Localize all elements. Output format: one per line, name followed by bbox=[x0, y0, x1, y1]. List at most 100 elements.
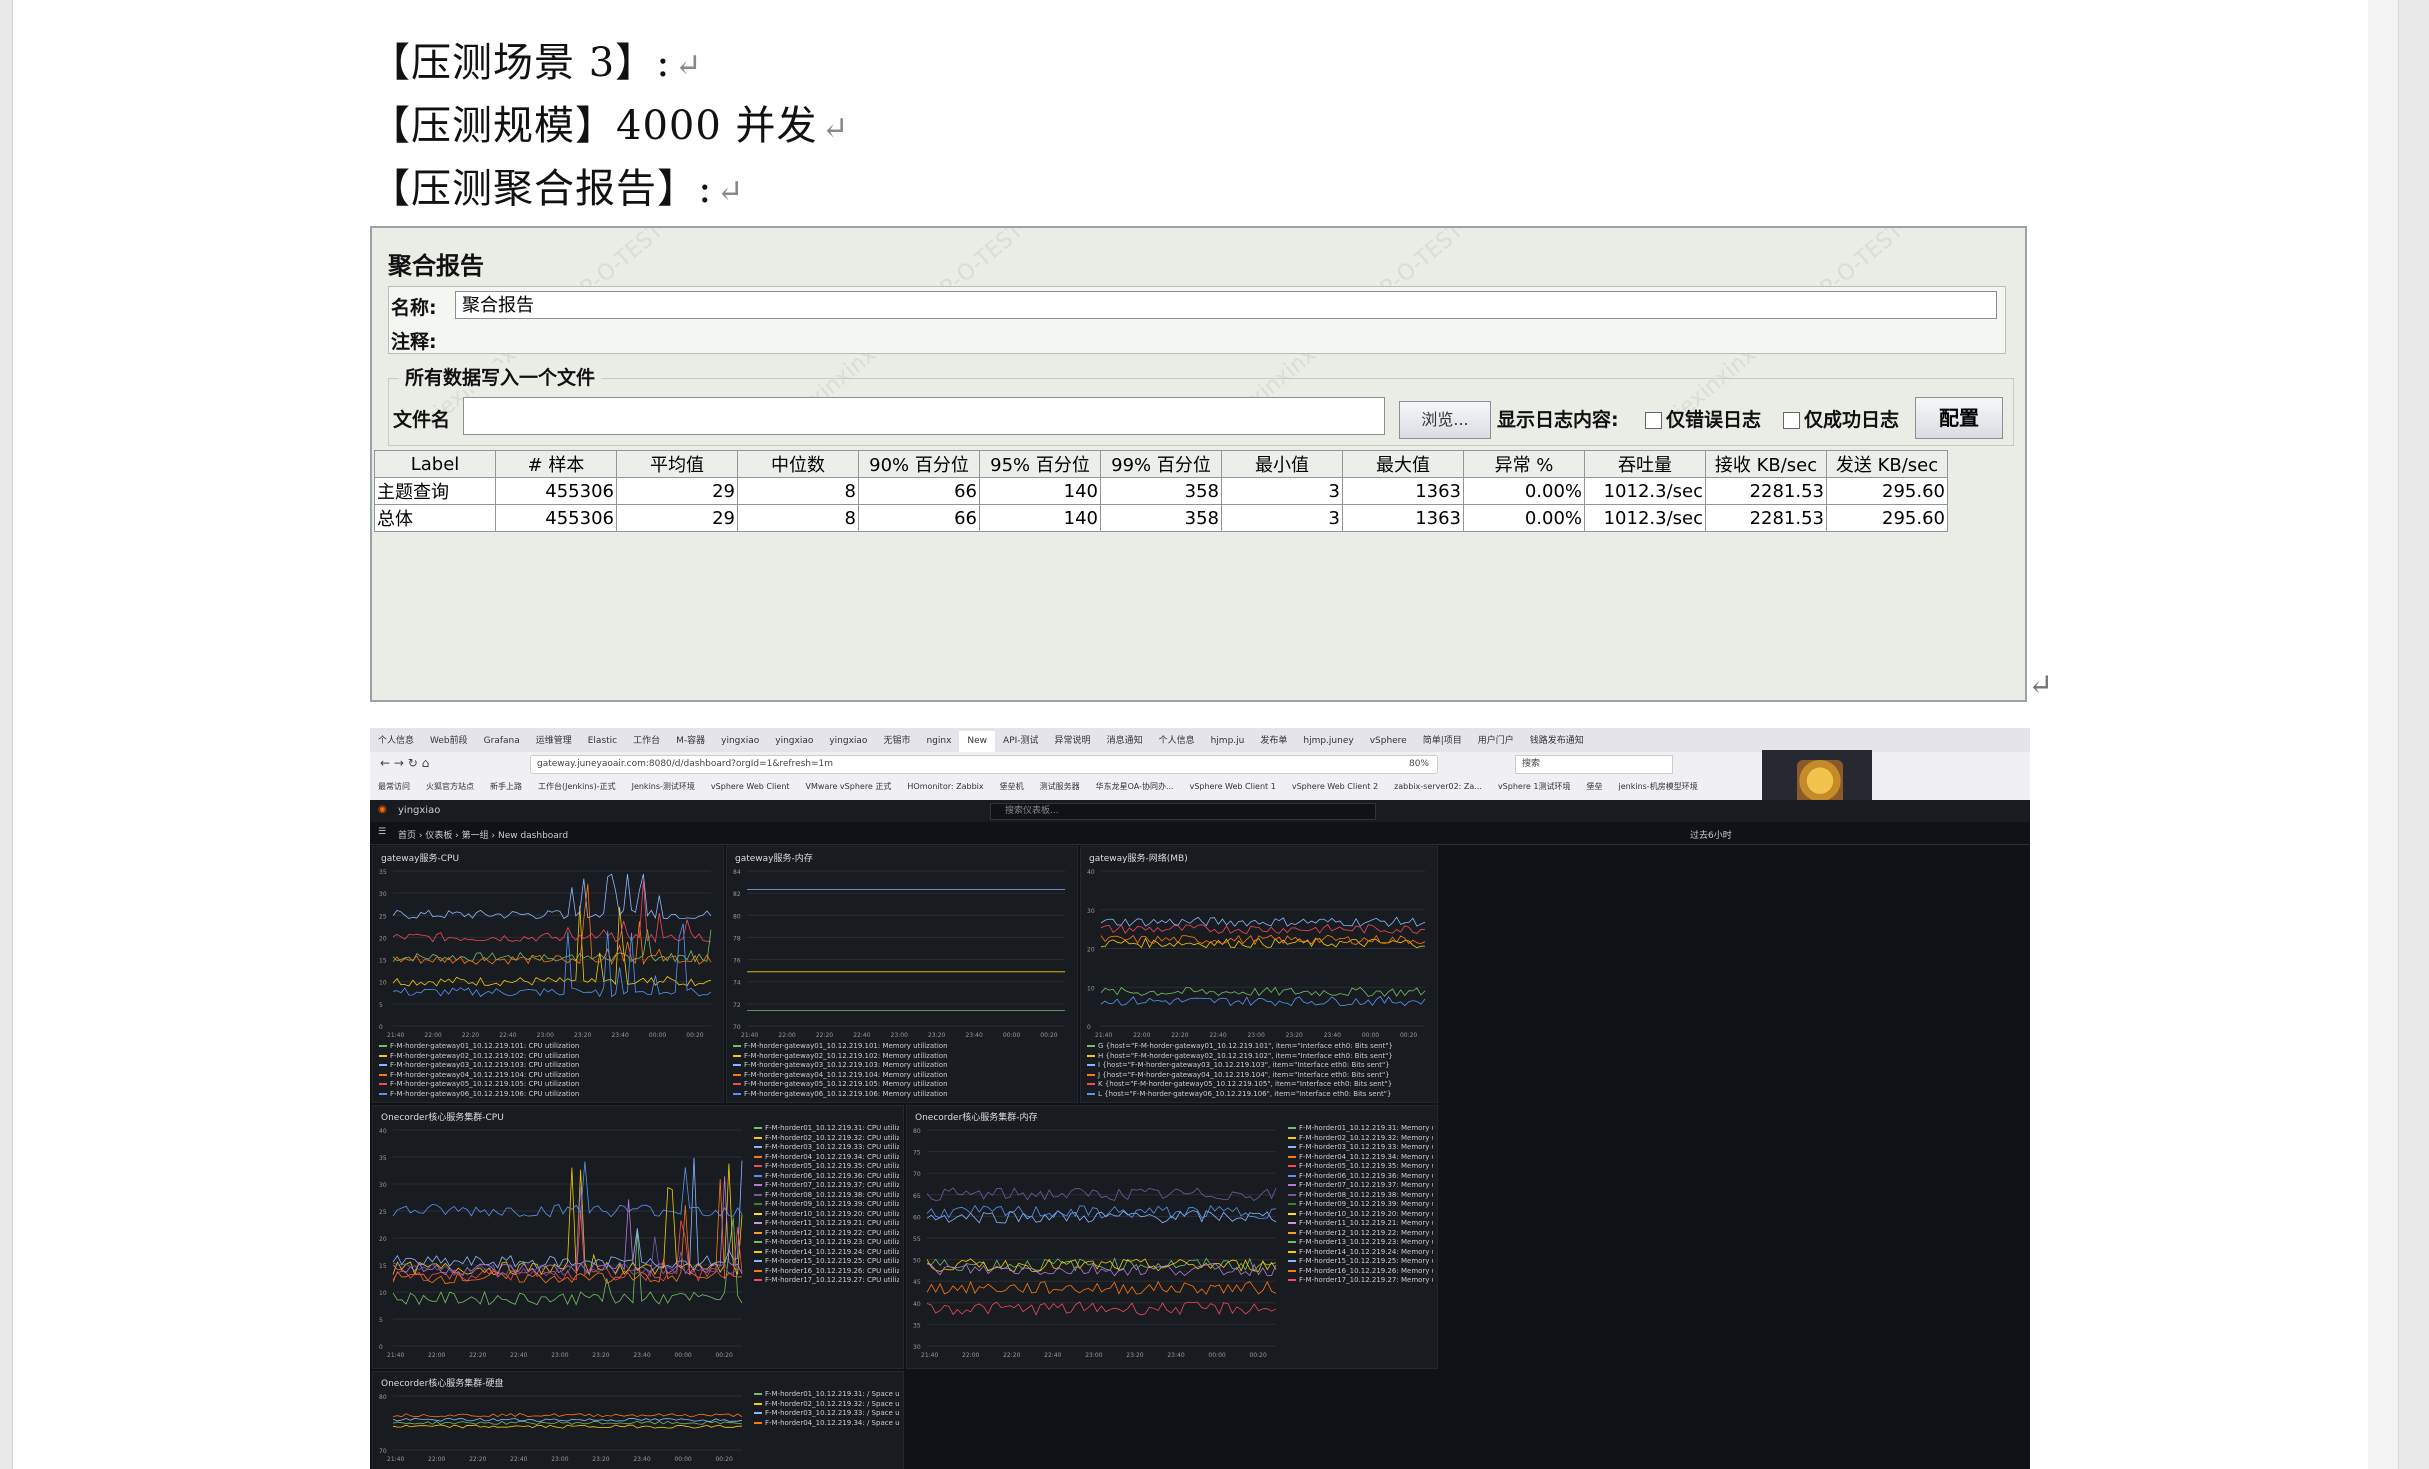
panel-title[interactable]: gateway服务-网络(MB) bbox=[1089, 851, 1188, 864]
legend-item[interactable]: F-M-horder05_10.12.219.35: Memory utiliz… bbox=[1288, 1162, 1433, 1172]
bookmark-item[interactable]: 测试服务器 bbox=[1040, 782, 1080, 791]
legend-item[interactable]: F-M-horder01_10.12.219.31: CPU utilizati… bbox=[754, 1124, 899, 1134]
panel-plot[interactable]: 84 82 80 78 76 74 72 7021:40 22:00 22:20 22:40 23:0… bbox=[731, 865, 1071, 1040]
legend-item[interactable]: F-M-horder-gateway03_10.12.219.103: CPU … bbox=[379, 1061, 717, 1071]
browser-tab[interactable]: Elastic bbox=[580, 731, 625, 752]
legend-item[interactable]: F-M-horder06_10.12.219.36: CPU utilizati… bbox=[754, 1172, 899, 1182]
legend-item[interactable]: F-M-horder12_10.12.219.22: CPU utilizati… bbox=[754, 1229, 899, 1239]
legend-item[interactable]: F-M-horder17_10.12.219.27: Memory utiliz… bbox=[1288, 1276, 1433, 1286]
legend-item[interactable]: F-M-horder07_10.12.219.37: Memory utiliz… bbox=[1288, 1181, 1433, 1191]
legend-item[interactable]: F-M-horder-gateway01_10.12.219.101: Memo… bbox=[733, 1042, 1071, 1052]
legend-item[interactable]: I {host="F-M-horder-gateway03_10.12.219.… bbox=[1087, 1061, 1431, 1071]
column-header[interactable]: 平均值 bbox=[616, 450, 738, 478]
breadcrumb[interactable]: 首页 › 仪表板 › 第一组 › New dashboard bbox=[398, 828, 568, 841]
browser-tab[interactable]: Grafana bbox=[476, 731, 528, 752]
dashboard-panel[interactable]: Onecorder核心服务集群-内存 80 75 70 65 60 55 50 45 40 35 30… bbox=[906, 1105, 1438, 1369]
panel-title[interactable]: Onecorder核心服务集群-CPU bbox=[381, 1110, 504, 1123]
bookmark-item[interactable]: 堡垒机 bbox=[1000, 782, 1024, 791]
legend-item[interactable]: F-M-horder-gateway02_10.12.219.102: Memo… bbox=[733, 1052, 1071, 1062]
browser-search[interactable]: 搜索 bbox=[1515, 755, 1673, 774]
dashboard-search-input[interactable]: 搜索仪表板... bbox=[990, 803, 1376, 820]
panel-plot[interactable]: 35 30 25 20 15 10 5 0 21:40 22:00 22:20 22:40 23:00 2… bbox=[377, 865, 717, 1040]
legend-item[interactable]: F-M-horder10_10.12.219.20: CPU utilizati… bbox=[754, 1210, 899, 1220]
legend-item[interactable]: L {host="F-M-horder-gateway06_10.12.219.… bbox=[1087, 1090, 1431, 1100]
browser-tab[interactable]: API-测试 bbox=[995, 728, 1047, 752]
bookmark-item[interactable]: 火狐官方站点 bbox=[426, 782, 474, 791]
column-header[interactable]: 最大值 bbox=[1342, 450, 1464, 478]
panel-plot[interactable]: 40 35 30 25 20 15 10 5 0 21:40 22:00 22:20 22:40 23:0… bbox=[377, 1124, 748, 1360]
checkbox-box[interactable] bbox=[1645, 412, 1662, 429]
browser-tab[interactable]: vSphere bbox=[1362, 731, 1415, 752]
browser-tab[interactable]: yingxiao bbox=[767, 731, 821, 752]
browser-tab[interactable]: 个人信息 bbox=[1151, 728, 1203, 752]
browse-button[interactable]: 浏览... bbox=[1399, 401, 1491, 439]
legend-item[interactable]: F-M-horder-gateway05_10.12.219.105: CPU … bbox=[379, 1080, 717, 1090]
legend-item[interactable]: F-M-horder01_10.12.219.31: / Space utili… bbox=[754, 1390, 899, 1400]
legend-item[interactable]: F-M-horder04_10.12.219.34: Memory utiliz… bbox=[1288, 1153, 1433, 1163]
panel-title[interactable]: Onecorder核心服务集群-硬盘 bbox=[381, 1376, 504, 1389]
browser-tab[interactable]: hjmp.ju bbox=[1203, 731, 1253, 752]
legend-item[interactable]: F-M-horder10_10.12.219.20: Memory utiliz… bbox=[1288, 1210, 1433, 1220]
dashboard-panel[interactable]: Onecorder核心服务集群-CPU 40 35 30 25 20 15 10 5 0 21:40… bbox=[372, 1105, 904, 1369]
table-row[interactable]: 主题查询 455306 29 8 66 140 358 3 1363 0.00% 1012.3/se… bbox=[374, 477, 1948, 505]
legend-item[interactable]: F-M-horder-gateway04_10.12.219.104: CPU … bbox=[379, 1071, 717, 1081]
browser-tab[interactable]: 简单|项目 bbox=[1415, 728, 1470, 752]
legend-item[interactable]: F-M-horder01_10.12.219.31: Memory utiliz… bbox=[1288, 1124, 1433, 1134]
legend-item[interactable]: J {host="F-M-horder-gateway04_10.12.219.… bbox=[1087, 1071, 1431, 1081]
legend-item[interactable]: F-M-horder16_10.12.219.26: Memory utiliz… bbox=[1288, 1267, 1433, 1277]
panel-title[interactable]: Onecorder核心服务集群-内存 bbox=[915, 1110, 1038, 1123]
panel-title[interactable]: gateway服务-CPU bbox=[381, 851, 459, 864]
browser-tab[interactable]: New bbox=[959, 731, 996, 752]
browser-tab[interactable]: 消息通知 bbox=[1099, 728, 1151, 752]
url-bar[interactable]: gateway.juneyaoair.com:8080/d/dashboard?… bbox=[530, 755, 1438, 774]
panel-plot[interactable]: 40 30 20 10 0 21:40 22:00 22:20 22:40 23:00 23:20 2… bbox=[1085, 865, 1431, 1040]
browser-tab[interactable]: 个人信息 bbox=[370, 728, 422, 752]
legend-item[interactable]: F-M-horder03_10.12.219.33: Memory utiliz… bbox=[1288, 1143, 1433, 1153]
browser-tab[interactable]: 异常说明 bbox=[1047, 728, 1099, 752]
bookmark-item[interactable]: 工作台(Jenkins)-正式 bbox=[538, 782, 616, 791]
bookmark-item[interactable]: vSphere Web Client 2 bbox=[1292, 782, 1378, 791]
legend-item[interactable]: F-M-horder03_10.12.219.33: CPU utilizati… bbox=[754, 1143, 899, 1153]
bookmark-item[interactable]: 华东龙星OA-协同办... bbox=[1096, 782, 1174, 791]
column-header[interactable]: # 样本 bbox=[495, 450, 617, 478]
legend-item[interactable]: F-M-horder-gateway06_10.12.219.106: Memo… bbox=[733, 1090, 1071, 1100]
dashboard-panel[interactable]: gateway服务-CPU 35 30 25 20 15 10 5 0 21:40 22:00 22:… bbox=[372, 846, 724, 1103]
browser-tab[interactable]: hjmp.juney bbox=[1295, 731, 1361, 752]
checkbox-box[interactable] bbox=[1783, 412, 1800, 429]
time-range-picker[interactable]: 过去6小时 bbox=[1690, 828, 1732, 841]
bookmark-item[interactable]: 最常访问 bbox=[378, 782, 410, 791]
legend-item[interactable]: F-M-horder-gateway02_10.12.219.102: CPU … bbox=[379, 1052, 717, 1062]
panel-plot[interactable]: 80 7021:40 22:00 22:20 22:40 23:00 23:20 23:40 0… bbox=[377, 1390, 748, 1464]
browser-tab[interactable]: yingxiao bbox=[713, 731, 767, 752]
errors-only-checkbox[interactable]: 仅错误日志 bbox=[1645, 405, 1761, 432]
legend-item[interactable]: F-M-horder11_10.12.219.21: Memory utiliz… bbox=[1288, 1219, 1433, 1229]
column-header[interactable]: 发送 KB/sec bbox=[1826, 450, 1948, 478]
legend-item[interactable]: F-M-horder09_10.12.219.39: CPU utilizati… bbox=[754, 1200, 899, 1210]
bookmark-item[interactable]: vSphere Web Client 1 bbox=[1190, 782, 1276, 791]
bookmark-item[interactable]: HOmonitor: Zabbix bbox=[907, 782, 983, 791]
browser-tab[interactable]: Web前段 bbox=[422, 728, 476, 752]
bookmark-item[interactable]: 新手上路 bbox=[490, 782, 522, 791]
column-header[interactable]: 中位数 bbox=[737, 450, 859, 478]
legend-item[interactable]: F-M-horder15_10.12.219.25: Memory utiliz… bbox=[1288, 1257, 1433, 1267]
dashboard-panel[interactable]: Onecorder核心服务集群-硬盘 80 70 21:40 22:00 22:20 22:… bbox=[372, 1371, 904, 1469]
legend-item[interactable]: F-M-horder02_10.12.219.32: CPU utilizati… bbox=[754, 1134, 899, 1144]
legend-item[interactable]: F-M-horder02_10.12.219.32: Memory utiliz… bbox=[1288, 1134, 1433, 1144]
bookmark-item[interactable]: jenkins-机房模型环境 bbox=[1619, 782, 1698, 791]
dashboard-panel[interactable]: gateway服务-内存 84 82 80 78 76 74 72 70 21:40 22:00 22… bbox=[726, 846, 1078, 1103]
legend-item[interactable]: F-M-horder03_10.12.219.33: / Space utili… bbox=[754, 1409, 899, 1419]
legend-item[interactable]: F-M-horder15_10.12.219.25: CPU utilizati… bbox=[754, 1257, 899, 1267]
legend-item[interactable]: F-M-horder-gateway05_10.12.219.105: Memo… bbox=[733, 1080, 1071, 1090]
column-header[interactable]: 吞吐量 bbox=[1584, 450, 1706, 478]
column-header[interactable]: 最小值 bbox=[1221, 450, 1343, 478]
browser-tab[interactable]: 钱路发布通知 bbox=[1522, 728, 1592, 752]
column-header[interactable]: 90% 百分位 bbox=[858, 450, 980, 478]
browser-tab[interactable]: yingxiao bbox=[821, 731, 875, 752]
column-header[interactable]: 99% 百分位 bbox=[1100, 450, 1222, 478]
browser-tab[interactable]: 无锡市 bbox=[875, 728, 918, 752]
panel-title[interactable]: gateway服务-内存 bbox=[735, 851, 813, 864]
menu-icon[interactable]: ☰ bbox=[378, 827, 386, 837]
bookmark-item[interactable]: 堡垒 bbox=[1587, 782, 1603, 791]
browser-tab[interactable]: 工作台 bbox=[625, 728, 668, 752]
legend-item[interactable]: F-M-horder14_10.12.219.24: CPU utilizati… bbox=[754, 1248, 899, 1258]
